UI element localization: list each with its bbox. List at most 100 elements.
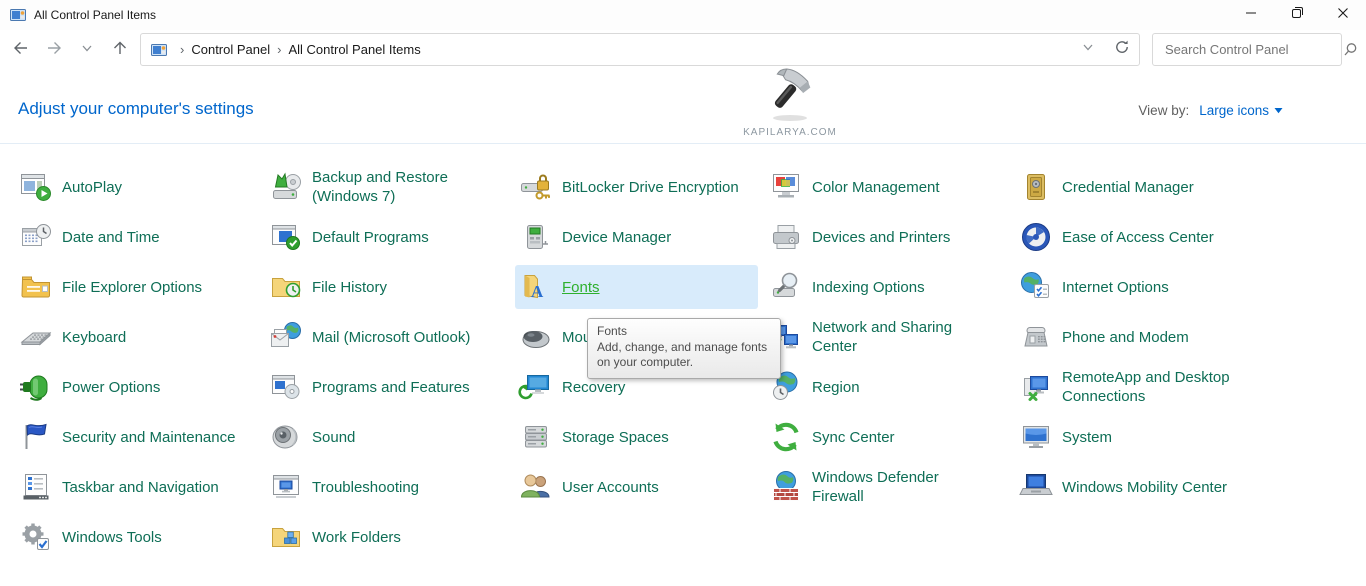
up-button[interactable]	[105, 34, 135, 66]
view-by-dropdown[interactable]: Large icons	[1199, 103, 1283, 118]
control-panel-item-label: Troubleshooting	[312, 478, 419, 497]
close-button[interactable]	[1320, 0, 1366, 30]
control-panel-item-file-explorer-options[interactable]: File Explorer Options	[18, 262, 268, 312]
control-panel-item-label: Phone and Modem	[1062, 328, 1189, 347]
control-panel-item-indexing-options[interactable]: Indexing Options	[768, 262, 1018, 312]
control-panel-item-device-manager[interactable]: Device Manager	[518, 212, 768, 262]
control-panel-item-security-and-maintenance[interactable]: Security and Maintenance	[18, 412, 268, 462]
watermark-text: KAPILARYA.COM	[715, 127, 865, 138]
work-folders-icon	[268, 519, 304, 555]
control-panel-item-ease-of-access-center[interactable]: Ease of Access Center	[1018, 212, 1268, 262]
control-panel-item-label: Indexing Options	[812, 278, 925, 297]
taskbar-navigation-icon	[18, 469, 54, 505]
control-panel-item-windows-mobility-center[interactable]: Windows Mobility Center	[1018, 462, 1268, 512]
user-accounts-icon	[518, 469, 554, 505]
power-options-icon	[18, 369, 54, 405]
chevron-down-icon	[1081, 40, 1095, 59]
forward-arrow-icon	[45, 39, 63, 62]
control-panel-item-taskbar-and-navigation[interactable]: Taskbar and Navigation	[18, 462, 268, 512]
control-panel-item-sync-center[interactable]: Sync Center	[768, 412, 1018, 462]
control-panel-item-label: Windows Tools	[62, 528, 162, 547]
breadcrumb-control-panel[interactable]: Control Panel	[191, 42, 270, 57]
search-box[interactable]	[1152, 33, 1342, 66]
forward-button[interactable]	[39, 34, 69, 66]
control-panel-item-programs-and-features[interactable]: Programs and Features	[268, 362, 518, 412]
control-panel-item-troubleshooting[interactable]: Troubleshooting	[268, 462, 518, 512]
programs-features-icon	[268, 369, 304, 405]
control-panel-item-devices-and-printers[interactable]: Devices and Printers	[768, 212, 1018, 262]
control-panel-item-mail-microsoft-outlook[interactable]: Mail (Microsoft Outlook)	[268, 312, 518, 362]
control-panel-item-work-folders[interactable]: Work Folders	[268, 512, 518, 562]
control-panel-item-remoteapp-and-desktop-connections[interactable]: RemoteApp and Desktop Connections	[1018, 362, 1268, 412]
control-panel-item-label: Work Folders	[312, 528, 401, 547]
control-panel-item-default-programs[interactable]: Default Programs	[268, 212, 518, 262]
minimize-button[interactable]	[1228, 0, 1274, 30]
hammer-icon	[760, 111, 820, 128]
mobility-center-icon	[1018, 469, 1054, 505]
control-panel-item-backup-and-restore-windows-7[interactable]: Backup and Restore (Windows 7)	[268, 162, 518, 212]
control-panel-item-sound[interactable]: Sound	[268, 412, 518, 462]
control-panel-item-system[interactable]: System	[1018, 412, 1268, 462]
fonts-icon: A	[518, 269, 554, 305]
defender-firewall-icon	[768, 469, 804, 505]
control-panel-item-storage-spaces[interactable]: Storage Spaces	[518, 412, 768, 462]
control-panel-item-user-accounts[interactable]: User Accounts	[518, 462, 768, 512]
control-panel-item-label: Windows Defender Firewall	[812, 468, 994, 506]
address-bar[interactable]: › Control Panel › All Control Panel Item…	[140, 33, 1140, 66]
autoplay-icon	[18, 169, 54, 205]
control-panel-item-phone-and-modem[interactable]: Phone and Modem	[1018, 312, 1268, 362]
refresh-icon	[1114, 39, 1130, 60]
control-panel-item-label: Region	[812, 378, 860, 397]
breadcrumb-chevron-icon: ›	[277, 42, 281, 57]
control-panel-item-credential-manager[interactable]: Credential Manager	[1018, 162, 1268, 212]
recent-locations-button[interactable]	[72, 34, 102, 66]
breadcrumb-all-control-panel-items[interactable]: All Control Panel Items	[288, 42, 420, 57]
view-by-control: View by: Large icons	[1138, 103, 1283, 118]
control-panel-item-label: File Explorer Options	[62, 278, 202, 297]
file-explorer-options-icon	[18, 269, 54, 305]
tooltip-title: Fonts	[597, 324, 771, 340]
control-panel-item-label: Keyboard	[62, 328, 126, 347]
restore-icon	[1291, 6, 1304, 24]
control-panel-item-network-and-sharing-center[interactable]: Network and Sharing Center	[768, 312, 1018, 362]
sync-center-icon	[768, 419, 804, 455]
control-panel-item-label: BitLocker Drive Encryption	[562, 178, 739, 197]
search-icon	[1343, 42, 1358, 57]
control-panel-item-label: Taskbar and Navigation	[62, 478, 219, 497]
control-panel-item-bitlocker-drive-encryption[interactable]: BitLocker Drive Encryption	[518, 162, 768, 212]
refresh-button[interactable]	[1105, 34, 1139, 65]
control-panel-item-label: Fonts	[562, 278, 600, 297]
control-panel-item-label: User Accounts	[562, 478, 659, 497]
control-panel-item-region[interactable]: Region	[768, 362, 1018, 412]
control-panel-item-label: Internet Options	[1062, 278, 1169, 297]
troubleshooting-icon	[268, 469, 304, 505]
control-panel-item-windows-defender-firewall[interactable]: Windows Defender Firewall	[768, 462, 1018, 512]
close-icon	[1337, 6, 1349, 24]
ease-of-access-icon	[1018, 219, 1054, 255]
restore-button[interactable]	[1274, 0, 1320, 30]
mail-outlook-icon	[268, 319, 304, 355]
back-button[interactable]	[6, 34, 36, 66]
chevron-down-icon	[80, 41, 94, 60]
file-history-icon	[268, 269, 304, 305]
devices-printers-icon	[768, 219, 804, 255]
control-panel-item-internet-options[interactable]: Internet Options	[1018, 262, 1268, 312]
control-panel-item-label: Mail (Microsoft Outlook)	[312, 328, 470, 347]
control-panel-item-autoplay[interactable]: AutoPlay	[18, 162, 268, 212]
control-panel-item-keyboard[interactable]: Keyboard	[18, 312, 268, 362]
control-panel-item-label: System	[1062, 428, 1112, 447]
control-panel-item-file-history[interactable]: File History	[268, 262, 518, 312]
address-dropdown-button[interactable]	[1071, 34, 1105, 65]
control-panel-item-power-options[interactable]: Power Options	[18, 362, 268, 412]
control-panel-item-label: RemoteApp and Desktop Connections	[1062, 368, 1244, 406]
control-panel-item-label: Default Programs	[312, 228, 429, 247]
search-input[interactable]	[1163, 41, 1343, 58]
system-icon	[1018, 419, 1054, 455]
control-panel-item-date-and-time[interactable]: Date and Time	[18, 212, 268, 262]
security-maintenance-icon	[18, 419, 54, 455]
control-panel-item-windows-tools[interactable]: Windows Tools	[18, 512, 268, 562]
control-panel-item-color-management[interactable]: Color Management	[768, 162, 1018, 212]
tooltip: Fonts Add, change, and manage fonts on y…	[587, 318, 781, 379]
control-panel-item-fonts[interactable]: A Fonts	[515, 265, 758, 309]
control-panel-item-label: Backup and Restore (Windows 7)	[312, 168, 494, 206]
